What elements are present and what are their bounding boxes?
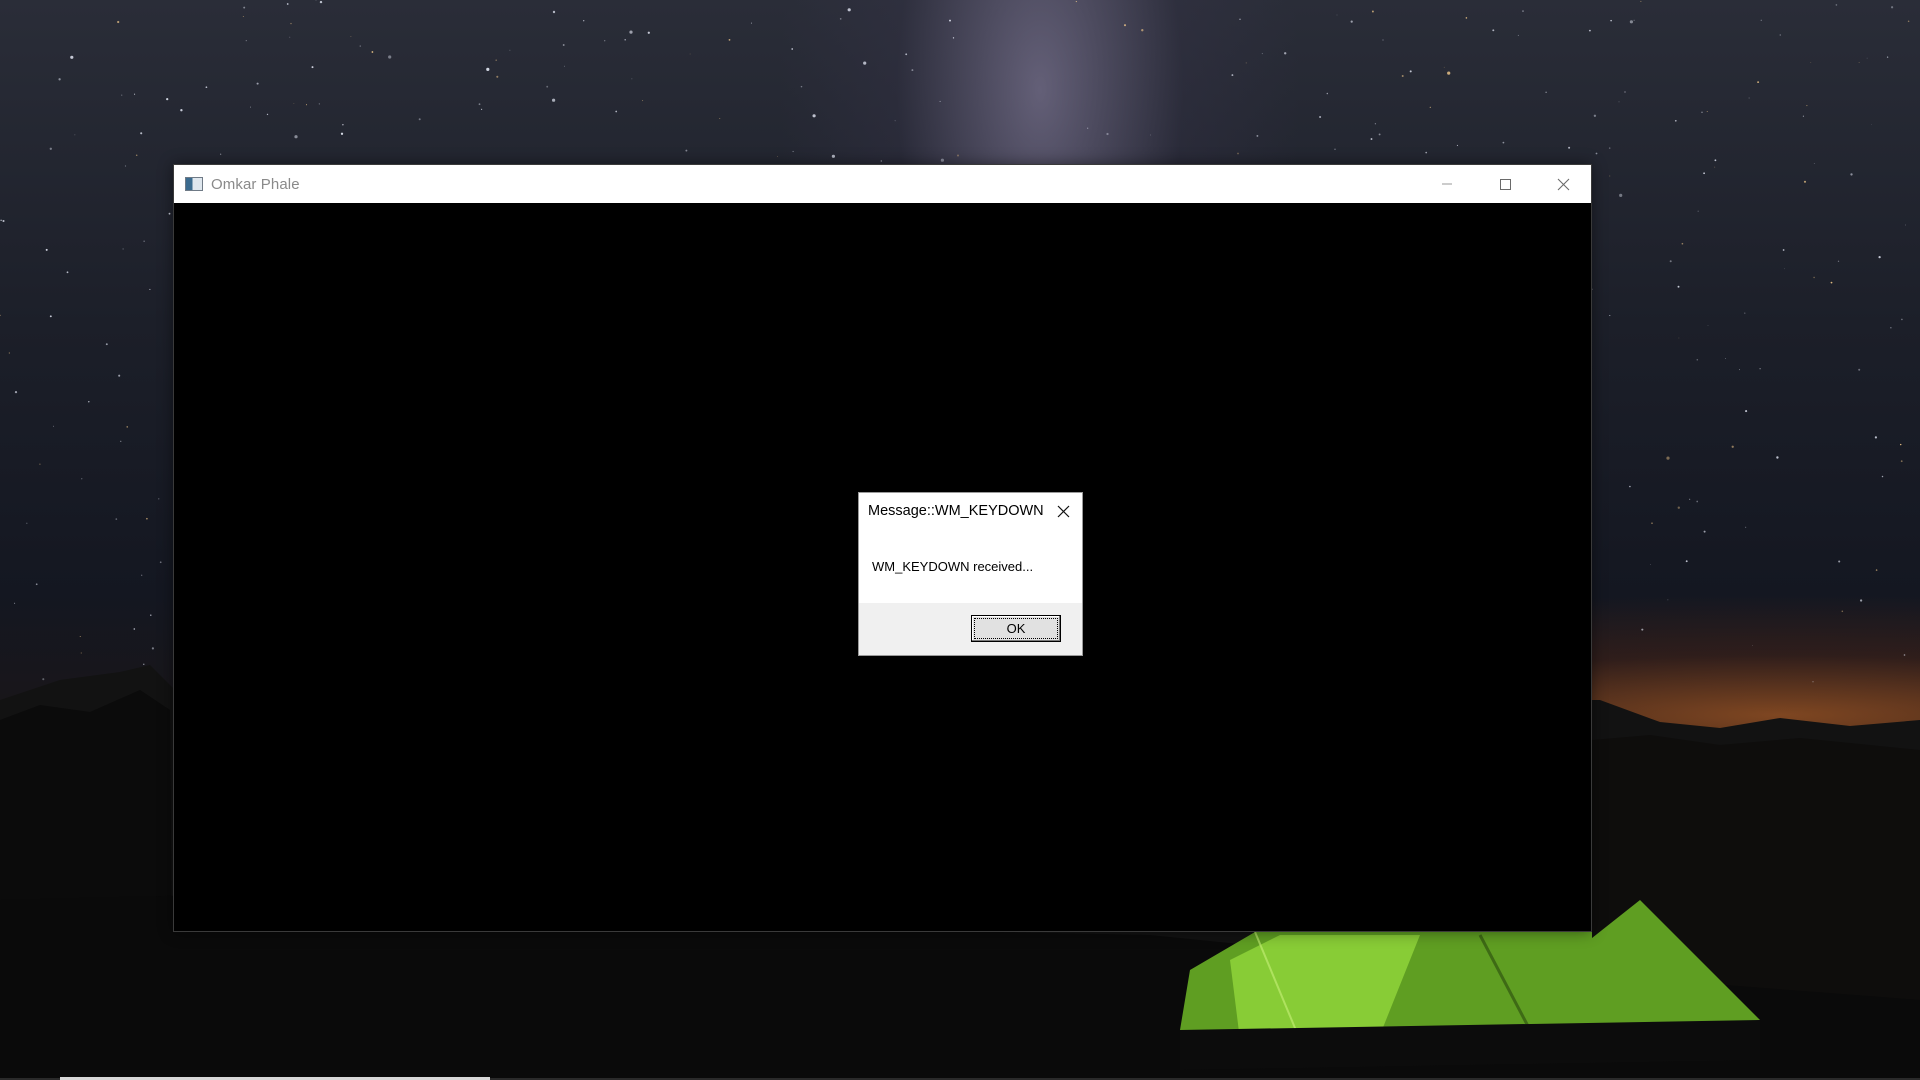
maximize-button[interactable] (1476, 165, 1534, 203)
message-box-close-button[interactable] (1052, 500, 1074, 522)
close-icon (1557, 178, 1569, 190)
message-box-title: Message::WM_KEYDOWN (868, 503, 1044, 519)
message-box-footer: OK (859, 603, 1082, 655)
app-titlebar[interactable]: Omkar Phale (174, 165, 1591, 203)
message-box-text: WM_KEYDOWN received... (872, 559, 1034, 574)
maximize-icon (1500, 179, 1511, 190)
minimize-button[interactable] (1418, 165, 1476, 203)
close-button[interactable] (1534, 165, 1592, 203)
message-box-dialog: Message::WM_KEYDOWN WM_KEYDOWN received.… (858, 492, 1083, 656)
app-title: Omkar Phale (211, 175, 300, 193)
app-window-icon (185, 177, 203, 191)
minimize-icon (1442, 183, 1452, 185)
ok-button[interactable]: OK (971, 615, 1061, 642)
close-icon (1057, 505, 1069, 517)
message-box-titlebar[interactable]: Message::WM_KEYDOWN (859, 493, 1082, 529)
